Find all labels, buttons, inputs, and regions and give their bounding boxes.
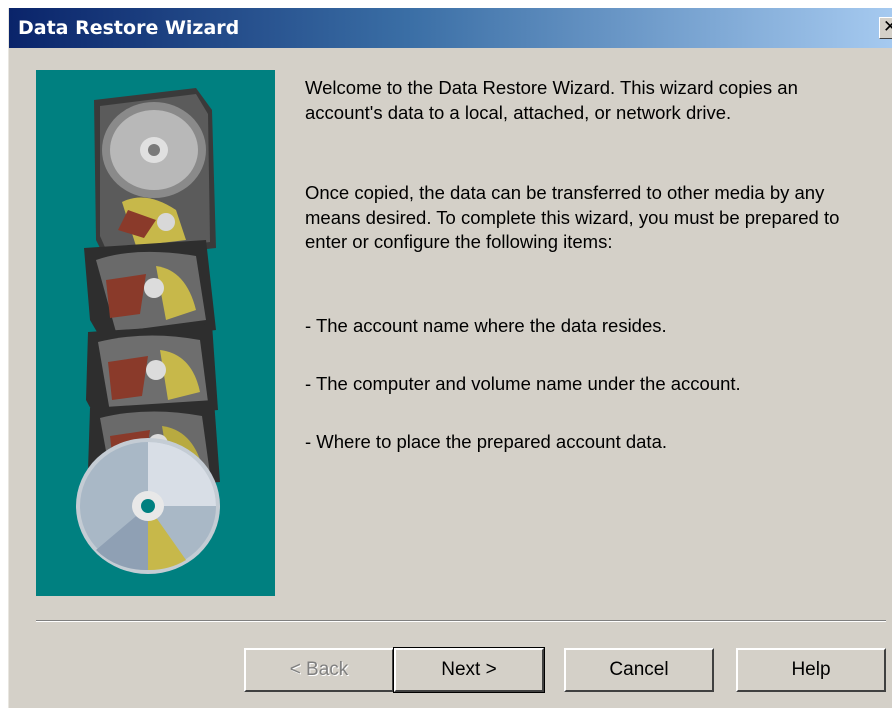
- cd-disc-icon: [76, 438, 220, 574]
- hard-drive-1: [94, 88, 216, 260]
- wizard-side-panel: [36, 70, 275, 596]
- wizard-dialog: Data Restore Wizard ✕: [8, 8, 892, 708]
- cancel-button[interactable]: Cancel: [564, 648, 714, 692]
- hard-drives-and-disc-illustration: [76, 88, 220, 574]
- intro-paragraph: Welcome to the Data Restore Wizard. This…: [305, 77, 798, 123]
- back-button[interactable]: < Back: [244, 648, 394, 692]
- requirement-item: - Where to place the prepared account da…: [305, 431, 667, 452]
- window-title: Data Restore Wizard: [18, 17, 240, 39]
- close-icon: ✕: [883, 18, 892, 37]
- requirement-item: - The computer and volume name under the…: [305, 373, 741, 394]
- close-button[interactable]: ✕: [879, 17, 892, 39]
- next-button[interactable]: Next >: [393, 647, 545, 693]
- help-button[interactable]: Help: [736, 648, 886, 692]
- requirement-item: - The account name where the data reside…: [305, 315, 667, 336]
- title-bar[interactable]: Data Restore Wizard ✕: [9, 8, 892, 48]
- details-paragraph: Once copied, the data can be transferred…: [305, 182, 840, 252]
- footer-separator: [36, 620, 886, 622]
